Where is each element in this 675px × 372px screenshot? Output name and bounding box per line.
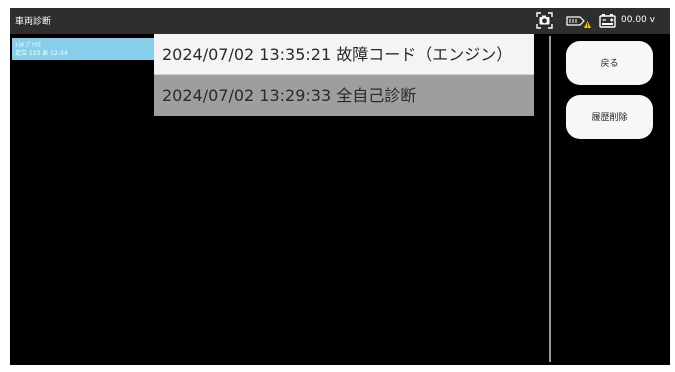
vehicle-plate: 足立 123 あ 12-34	[15, 50, 68, 57]
vertical-divider	[549, 36, 551, 362]
delete-history-button[interactable]: 履歴削除	[566, 95, 653, 139]
camera-icon[interactable]	[536, 12, 553, 29]
history-item[interactable]: 2024/07/02 13:35:21 故障コード（エンジン）	[154, 34, 534, 75]
vehicle-info-card: ﾄﾖﾀ ﾌﾟﾘｳｽ 足立 123 あ 12-34	[12, 38, 154, 60]
battery-voltage: 00.00 v	[621, 15, 655, 25]
diagnosis-screen: 車両診断 00.00 v ﾄﾖﾀ ﾌﾟﾘｳｽ 足立 123 あ 12-34 20…	[10, 8, 670, 365]
back-button[interactable]: 戻る	[566, 41, 653, 85]
diagnosis-history-list: 2024/07/02 13:35:21 故障コード（エンジン） 2024/07/…	[154, 34, 534, 116]
history-item[interactable]: 2024/07/02 13:29:33 全自己診断	[154, 75, 534, 116]
title-bar: 車両診断 00.00 v	[10, 8, 670, 34]
vci-warning-icon	[566, 16, 591, 28]
app-title: 車両診断	[15, 17, 52, 27]
battery-icon	[599, 14, 616, 28]
